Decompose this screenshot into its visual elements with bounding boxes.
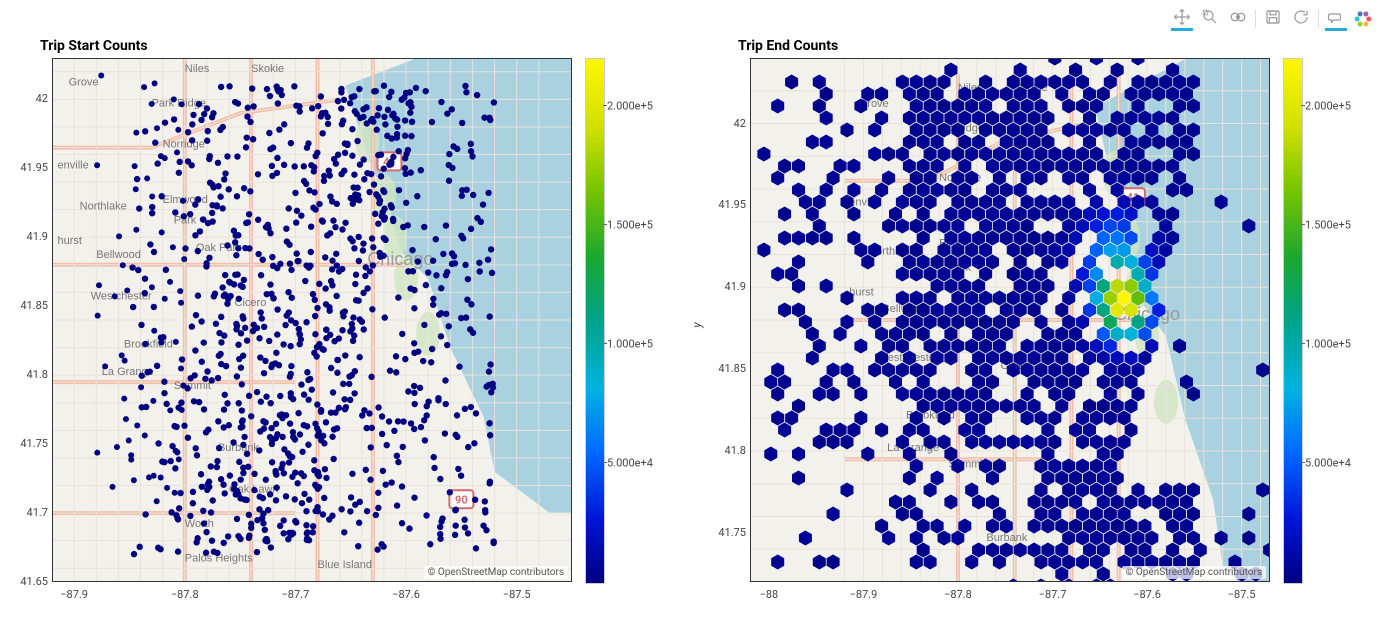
left-plot-svg: Park RidgeNilesSkokieNorridgeElmwoodPark…	[52, 58, 572, 582]
x-tick-label: −87.7	[1031, 588, 1075, 601]
boxzoom-tool-button[interactable]	[1199, 6, 1221, 31]
y-tick-label: 41.75	[10, 437, 48, 450]
svg-text:Worth: Worth	[185, 518, 214, 530]
reset-tool-button[interactable]	[1290, 6, 1312, 31]
y-tick-label: 41.8	[10, 368, 48, 381]
right-y-axis-title: y	[690, 322, 704, 328]
map-attribution: © OpenStreetMap contributors	[424, 566, 568, 579]
colorbar-tick-label: 1.000e+5	[607, 337, 653, 350]
y-tick-label: 41.85	[708, 362, 746, 375]
save-tool-button[interactable]	[1262, 6, 1284, 31]
svg-text:enville: enville	[58, 159, 89, 171]
y-tick-label: 41.95	[10, 161, 48, 174]
x-tick-label: −87.9	[52, 588, 96, 601]
map-attribution: © OpenStreetMap contributors	[1122, 566, 1266, 579]
x-tick-label: −87.7	[273, 588, 317, 601]
svg-text:Niles: Niles	[185, 63, 210, 75]
reset-icon	[1292, 8, 1310, 26]
y-tick-label: 42	[10, 92, 48, 105]
left-plot-frame[interactable]: Park RidgeNilesSkokieNorridgeElmwoodPark…	[52, 58, 572, 582]
colorbar-tick-label: 2.000e+5	[607, 99, 653, 112]
right-colorbar-gradient	[1283, 58, 1303, 584]
svg-text:Blue Island: Blue Island	[318, 559, 372, 571]
x-tick-label: −87.8	[936, 588, 980, 601]
y-tick-label: 41.75	[708, 526, 746, 539]
x-tick-label: −87.9	[841, 588, 885, 601]
wheelzoom-tool-button[interactable]	[1227, 6, 1249, 31]
hover-tool-button[interactable]	[1325, 6, 1347, 31]
left-colorbar: 5.000e+4 1.000e+5 1.500e+5 2.000e+5	[585, 58, 665, 582]
right-panel-title: Trip End Counts	[738, 38, 838, 54]
toolbar-separator	[1255, 10, 1256, 28]
svg-text:Grove: Grove	[69, 77, 99, 89]
y-tick-label: 42	[708, 117, 746, 130]
x-tick-label: −87.6	[1125, 588, 1169, 601]
y-tick-label: 41.9	[708, 280, 746, 293]
svg-text:Skokie: Skokie	[251, 63, 284, 75]
svg-text:90: 90	[455, 493, 468, 506]
x-tick-label: −87.5	[495, 588, 539, 601]
bokeh-logo-icon	[1353, 9, 1373, 29]
left-colorbar-gradient	[585, 58, 605, 584]
y-tick-label: 41.7	[10, 506, 48, 519]
right-colorbar: 5.000e+4 1.000e+5 1.500e+5 2.000e+5	[1283, 58, 1363, 582]
y-tick-label: 41.9	[10, 230, 48, 243]
svg-text:hurst: hurst	[58, 235, 82, 247]
svg-text:Burbank: Burbank	[986, 532, 1027, 544]
y-tick-label: 41.95	[708, 198, 746, 211]
svg-text:Burbank: Burbank	[218, 442, 259, 454]
colorbar-tick-label: 5.000e+4	[607, 456, 653, 469]
colorbar-tick-label: 2.000e+5	[1305, 99, 1351, 112]
hover-icon	[1327, 8, 1345, 26]
toolbar-separator	[1318, 10, 1319, 28]
move-icon	[1173, 8, 1191, 26]
wheelzoom-icon	[1229, 8, 1247, 26]
colorbar-tick-label: 5.000e+4	[1305, 456, 1351, 469]
save-icon	[1264, 8, 1282, 26]
x-tick-label: −87.8	[163, 588, 207, 601]
x-tick-label: −87.6	[384, 588, 428, 601]
right-plot-svg: Park RidgeNilesSkokieNorridgeElmwoodPark…	[750, 58, 1270, 582]
y-tick-label: 41.65	[10, 575, 48, 588]
colorbar-tick-label: 1.500e+5	[1305, 218, 1351, 231]
y-tick-label: 41.8	[708, 444, 746, 457]
boxzoom-icon	[1201, 8, 1219, 26]
trip-end-panel: Trip End Counts y Park RidgeNilesSkokieN…	[738, 38, 1378, 608]
right-plot-frame[interactable]: Park RidgeNilesSkokieNorridgeElmwoodPark…	[750, 58, 1270, 582]
left-panel-title: Trip Start Counts	[40, 38, 148, 54]
svg-text:Northlake: Northlake	[80, 201, 127, 213]
x-tick-label: −87.5	[1220, 588, 1264, 601]
svg-text:Bellwood: Bellwood	[96, 249, 141, 261]
bokeh-toolbar	[1171, 6, 1373, 31]
pan-tool-button[interactable]	[1171, 6, 1193, 31]
colorbar-tick-label: 1.500e+5	[607, 218, 653, 231]
trip-start-panel: Trip Start Counts Park RidgeNilesSkokieN…	[40, 38, 660, 608]
y-tick-label: 41.85	[10, 299, 48, 312]
x-tick-label: −88	[747, 588, 791, 601]
svg-text:Norridge: Norridge	[163, 139, 205, 151]
colorbar-tick-label: 1.000e+5	[1305, 337, 1351, 350]
